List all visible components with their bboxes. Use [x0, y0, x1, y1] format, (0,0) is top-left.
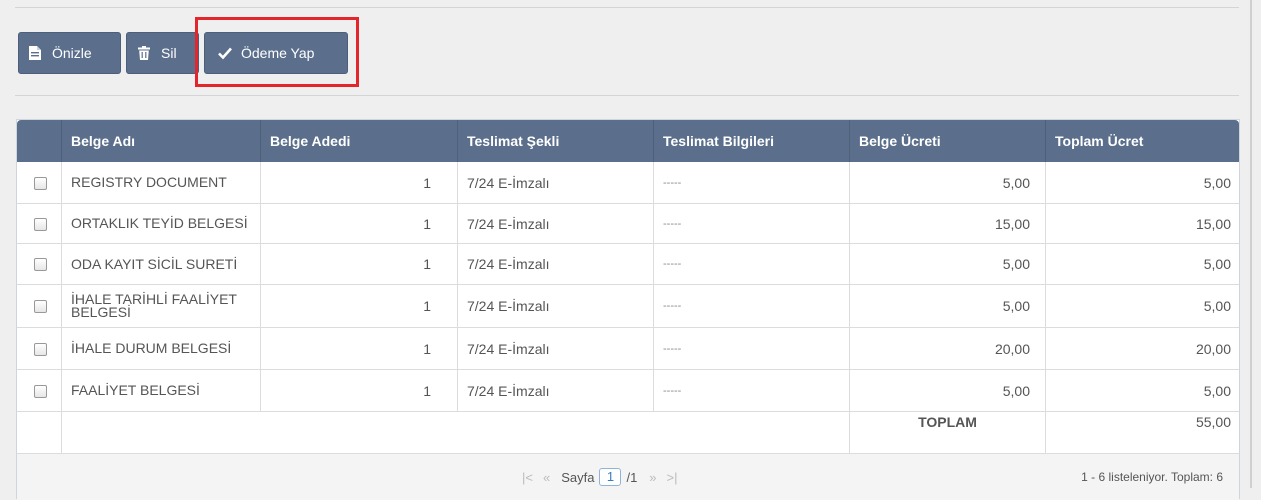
document-fee: 20,00 — [849, 328, 1045, 369]
delete-button-label: Sil — [161, 45, 177, 61]
total-fee: 5,00 — [1045, 162, 1239, 203]
row-checkbox[interactable] — [34, 385, 47, 398]
delete-button[interactable]: Sil — [126, 32, 199, 74]
delivery-method: 7/24 E-İmzalı — [457, 244, 653, 284]
header-delivery-info[interactable]: Teslimat Bilgileri — [653, 120, 849, 162]
header-document-count[interactable]: Belge Adedi — [260, 120, 457, 162]
delivery-info: ----- — [653, 244, 849, 284]
delivery-info: ----- — [653, 204, 849, 243]
document-count: 1 — [260, 285, 457, 327]
row-checkbox[interactable] — [34, 258, 47, 271]
document-name: İHALE DURUM BELGESİ — [61, 328, 260, 369]
delivery-info: ----- — [653, 370, 849, 411]
document-count: 1 — [260, 244, 457, 284]
page-label: Sayfa — [561, 469, 595, 485]
highlight-box — [195, 17, 359, 87]
totals-label: TOPLAM — [849, 412, 1045, 453]
toolbar-divider — [15, 95, 1239, 96]
table-row[interactable]: REGISTRY DOCUMENT 1 7/24 E-İmzalı ----- … — [17, 162, 1239, 204]
delivery-method: 7/24 E-İmzalı — [457, 204, 653, 243]
table-row[interactable]: ORTAKLIK TEYİD BELGESİ 1 7/24 E-İmzalı -… — [17, 204, 1239, 244]
delivery-method: 7/24 E-İmzalı — [457, 162, 653, 203]
delivery-info: ----- — [653, 328, 849, 369]
totals-spacer — [17, 412, 61, 453]
table-row[interactable]: ODA KAYIT SİCİL SURETİ 1 7/24 E-İmzalı -… — [17, 244, 1239, 285]
delivery-method: 7/24 E-İmzalı — [457, 328, 653, 369]
trash-icon — [138, 46, 152, 60]
header-delivery-method[interactable]: Teslimat Şekli — [457, 120, 653, 162]
document-count: 1 — [260, 162, 457, 203]
totals-row: TOPLAM 55,00 — [17, 412, 1239, 454]
document-fee: 5,00 — [849, 244, 1045, 284]
prev-page-icon[interactable]: « — [543, 470, 550, 485]
document-name: ODA KAYIT SİCİL SURETİ — [61, 244, 260, 284]
header-document-name[interactable]: Belge Adı — [61, 120, 260, 162]
preview-button-label: Önizle — [52, 45, 92, 61]
delivery-method: 7/24 E-İmzalı — [457, 285, 653, 327]
total-fee: 15,00 — [1045, 204, 1239, 243]
delivery-info: ----- — [653, 162, 849, 203]
scrollbar-track[interactable] — [1250, 0, 1252, 488]
header-document-fee[interactable]: Belge Ücreti — [849, 120, 1045, 162]
table-row[interactable]: İHALE TARİHLİ FAALİYET BELGESİ 1 7/24 E-… — [17, 285, 1239, 328]
last-page-icon[interactable]: >| — [667, 470, 678, 485]
document-count: 1 — [260, 328, 457, 369]
totals-spacer-wide — [61, 412, 849, 453]
next-page-icon[interactable]: » — [649, 470, 656, 485]
page-count: /1 — [626, 469, 638, 485]
first-page-icon[interactable]: |< — [522, 470, 533, 485]
row-checkbox[interactable] — [34, 300, 47, 313]
row-checkbox[interactable] — [34, 218, 47, 231]
header-total-fee[interactable]: Toplam Ücret — [1045, 120, 1239, 162]
document-fee: 5,00 — [849, 285, 1045, 327]
totals-value: 55,00 — [1045, 412, 1239, 453]
total-fee: 5,00 — [1045, 285, 1239, 327]
table-row[interactable]: İHALE DURUM BELGESİ 1 7/24 E-İmzalı ----… — [17, 328, 1239, 370]
total-fee: 5,00 — [1045, 244, 1239, 284]
document-fee: 5,00 — [849, 370, 1045, 411]
delivery-info: ----- — [653, 285, 849, 327]
row-checkbox[interactable] — [34, 343, 47, 356]
document-name: FAALİYET BELGESİ — [61, 370, 260, 411]
document-name: ORTAKLIK TEYİD BELGESİ — [61, 204, 260, 243]
documents-grid: Belge Adı Belge Adedi Teslimat Şekli Tes… — [16, 119, 1240, 500]
grid-header: Belge Adı Belge Adedi Teslimat Şekli Tes… — [17, 120, 1239, 162]
document-name: REGISTRY DOCUMENT — [61, 162, 260, 203]
delivery-method: 7/24 E-İmzalı — [457, 370, 653, 411]
pager: |< « Sayfa 1 /1 » >| — [517, 468, 683, 486]
top-divider — [15, 7, 1239, 8]
list-summary: 1 - 6 listeleniyor. Toplam: 6 — [1081, 470, 1223, 484]
page-input[interactable]: 1 — [599, 468, 622, 486]
document-count: 1 — [260, 204, 457, 243]
document-fee: 15,00 — [849, 204, 1045, 243]
document-count: 1 — [260, 370, 457, 411]
preview-button[interactable]: Önizle — [18, 32, 121, 74]
document-icon — [29, 46, 43, 60]
total-fee: 20,00 — [1045, 328, 1239, 369]
header-select-column — [17, 120, 61, 162]
total-fee: 5,00 — [1045, 370, 1239, 411]
grid-footer: |< « Sayfa 1 /1 » >| 1 - 6 listeleniyor.… — [17, 454, 1239, 500]
row-checkbox[interactable] — [34, 177, 47, 190]
document-name: İHALE TARİHLİ FAALİYET BELGESİ — [61, 285, 260, 327]
document-fee: 5,00 — [849, 162, 1045, 203]
table-row[interactable]: FAALİYET BELGESİ 1 7/24 E-İmzalı ----- 5… — [17, 370, 1239, 412]
